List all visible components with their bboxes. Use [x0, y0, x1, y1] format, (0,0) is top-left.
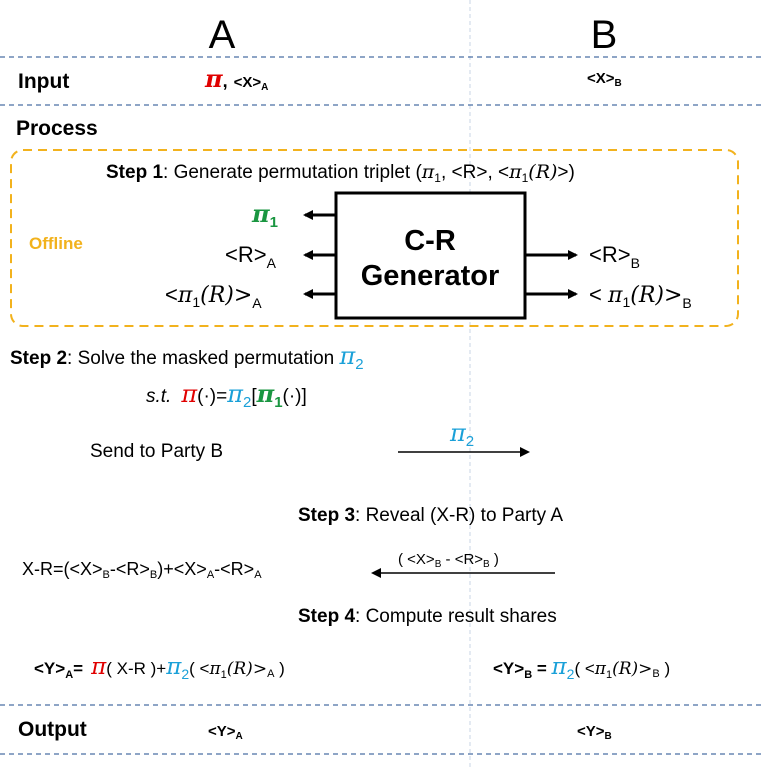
step3-formula: X-R=(<X>B-<R>B)+<X>A-<R>A — [22, 559, 262, 581]
step2-send: Send to Party B — [90, 441, 223, 462]
step3-message: ( <X>B - <R>B ) — [398, 551, 499, 570]
input-label: Input — [18, 70, 69, 93]
column-b-header: B — [591, 13, 618, 57]
step2-equation: s.t. π(·)=π2[π1(·)] — [146, 379, 307, 411]
step4-ya: <Y>A= π( X-R )+π2( <π1(R)>A ) — [34, 654, 285, 682]
output-b: <Y>B — [577, 723, 612, 742]
gen-out-pi1: π1 — [251, 199, 278, 231]
pi-symbol: π — [204, 64, 223, 93]
protocol-diagram: A B Input π, <X>A <X>B Process Offline St… — [0, 0, 763, 767]
process-label: Process — [16, 117, 98, 140]
output-label: Output — [18, 718, 87, 741]
gen-out-pra: <π1(R)>A — [165, 282, 262, 311]
step4-yb: <Y>B = π2( <π1(R)>B ) — [493, 654, 670, 682]
column-a-header: A — [209, 13, 236, 57]
step2-title: Step 2: Solve the masked permutation π2 — [10, 342, 364, 373]
generator-line2: Generator — [361, 260, 500, 292]
output-a: <Y>A — [208, 723, 243, 742]
step1-title: Step 1: Generate permutation triplet (π1… — [106, 161, 575, 185]
generator-line1: C-R — [404, 225, 456, 257]
input-a: π, <X>A — [204, 64, 268, 93]
input-b: <X>B — [587, 70, 622, 89]
step4-title: Step 4: Compute result shares — [298, 606, 557, 627]
step3-title: Step 3: Reveal (X-R) to Party A — [298, 505, 563, 526]
offline-label: Offline — [29, 234, 83, 253]
gen-out-prb: < π1(R)>B — [589, 282, 692, 311]
gen-out-ra: <R>A — [225, 242, 277, 271]
gen-out-rb: <R>B — [589, 242, 640, 271]
